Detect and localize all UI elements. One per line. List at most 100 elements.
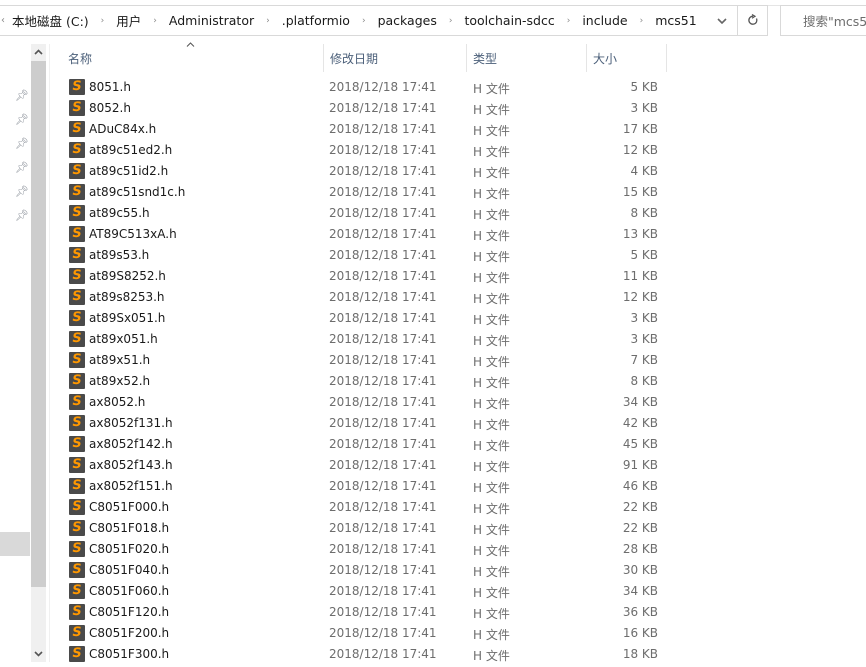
file-row[interactable]: S at89x051.h 2018/12/18 17:41 H 文件 3 KB — [62, 329, 666, 350]
file-row[interactable]: S ax8052f151.h 2018/12/18 17:41 H 文件 46 … — [62, 476, 666, 497]
file-size: 16 KB — [622, 626, 658, 640]
file-modified-date: 2018/12/18 17:41 — [329, 269, 437, 283]
sublime-text-file-icon: S — [69, 373, 85, 389]
file-type: H 文件 — [473, 82, 510, 96]
file-row[interactable]: S at89S8252.h 2018/12/18 17:41 H 文件 11 K… — [62, 266, 666, 287]
file-size: 12 KB — [622, 143, 658, 157]
scroll-up-button[interactable] — [31, 44, 46, 60]
breadcrumb-separator-icon[interactable]: › — [567, 16, 571, 26]
file-row[interactable]: S 8052.h 2018/12/18 17:41 H 文件 3 KB — [62, 98, 666, 119]
nav-pane-selected-item[interactable] — [0, 532, 30, 556]
sublime-text-file-icon: S — [69, 79, 85, 95]
file-row[interactable]: S 8051.h 2018/12/18 17:41 H 文件 5 KB — [62, 77, 666, 98]
file-row[interactable]: S C8051F000.h 2018/12/18 17:41 H 文件 22 K… — [62, 497, 666, 518]
file-row[interactable]: S C8051F300.h 2018/12/18 17:41 H 文件 18 K… — [62, 644, 666, 665]
pin-icon[interactable]: 📌︎ — [15, 138, 29, 150]
file-name: at89x051.h — [89, 332, 158, 346]
breadcrumb-item-mcs51[interactable]: mcs51 — [654, 13, 697, 28]
file-type: H 文件 — [473, 145, 510, 159]
file-type: H 文件 — [473, 439, 510, 453]
breadcrumb-item-packages[interactable]: packages — [377, 13, 438, 28]
file-row[interactable]: S at89c51snd1c.h 2018/12/18 17:41 H 文件 1… — [62, 182, 666, 203]
file-row[interactable]: S ax8052f131.h 2018/12/18 17:41 H 文件 42 … — [62, 413, 666, 434]
file-row[interactable]: S ax8052.h 2018/12/18 17:41 H 文件 34 KB — [62, 392, 666, 413]
file-modified-date: 2018/12/18 17:41 — [329, 332, 437, 346]
file-modified-date: 2018/12/18 17:41 — [329, 542, 437, 556]
breadcrumb-separator-icon[interactable]: › — [266, 16, 270, 26]
breadcrumb-separator-icon[interactable]: › — [153, 16, 157, 26]
file-row[interactable]: S at89x51.h 2018/12/18 17:41 H 文件 7 KB — [62, 350, 666, 371]
file-row[interactable]: S at89c51ed2.h 2018/12/18 17:41 H 文件 12 … — [62, 140, 666, 161]
file-modified-date: 2018/12/18 17:41 — [329, 395, 437, 409]
file-size: 22 KB — [622, 500, 658, 514]
breadcrumb-overflow-chevron-icon[interactable]: ‹ — [1, 15, 5, 26]
breadcrumb-separator-icon[interactable]: › — [362, 16, 366, 26]
sublime-text-file-icon: S — [69, 520, 85, 536]
file-size: 34 KB — [622, 584, 658, 598]
file-modified-date: 2018/12/18 17:41 — [329, 626, 437, 640]
column-header-modified[interactable]: 修改日期 — [324, 44, 466, 72]
navigation-pane: 📌︎ 📌︎ 📌︎ 📌︎ 📌︎ 📌︎ — [0, 40, 31, 667]
file-row[interactable]: S ax8052f143.h 2018/12/18 17:41 H 文件 91 … — [62, 455, 666, 476]
file-type: H 文件 — [473, 418, 510, 432]
breadcrumb-separator-icon[interactable]: › — [449, 16, 453, 26]
pin-icon[interactable]: 📌︎ — [15, 162, 29, 174]
column-header-type[interactable]: 类型 — [467, 44, 586, 72]
file-row[interactable]: S at89s8253.h 2018/12/18 17:41 H 文件 12 K… — [62, 287, 666, 308]
chevron-down-icon — [34, 651, 43, 657]
breadcrumb-item-users[interactable]: 用户 — [115, 11, 142, 30]
file-row[interactable]: S at89x52.h 2018/12/18 17:41 H 文件 8 KB — [62, 371, 666, 392]
file-size: 18 KB — [622, 647, 658, 661]
file-row[interactable]: S C8051F040.h 2018/12/18 17:41 H 文件 30 K… — [62, 560, 666, 581]
breadcrumb-separator-icon[interactable]: › — [640, 16, 644, 26]
file-size: 4 KB — [630, 164, 658, 178]
sublime-text-file-icon: S — [69, 436, 85, 452]
file-row[interactable]: S AT89C513xA.h 2018/12/18 17:41 H 文件 13 … — [62, 224, 666, 245]
file-row[interactable]: S ADuC84x.h 2018/12/18 17:41 H 文件 17 KB — [62, 119, 666, 140]
breadcrumb-item-include[interactable]: include — [581, 13, 628, 28]
file-row[interactable]: S at89c55.h 2018/12/18 17:41 H 文件 8 KB — [62, 203, 666, 224]
breadcrumb-separator-icon[interactable]: › — [101, 16, 105, 26]
file-row[interactable]: S C8051F020.h 2018/12/18 17:41 H 文件 28 K… — [62, 539, 666, 560]
breadcrumb-item-platformio[interactable]: .platformio — [281, 13, 351, 28]
search-placeholder: 搜索"mcs51" — [803, 14, 866, 29]
file-size: 22 KB — [622, 521, 658, 535]
file-row[interactable]: S at89s53.h 2018/12/18 17:41 H 文件 5 KB — [62, 245, 666, 266]
column-header-type-label: 类型 — [473, 51, 498, 66]
pane-divider[interactable] — [49, 44, 50, 662]
file-size: 3 KB — [630, 311, 658, 325]
pin-icon[interactable]: 📌︎ — [15, 90, 29, 102]
file-modified-date: 2018/12/18 17:41 — [329, 143, 437, 157]
sublime-text-file-icon: S — [69, 352, 85, 368]
pin-icon[interactable]: 📌︎ — [15, 210, 29, 222]
column-header-size[interactable]: 大小 — [587, 44, 666, 72]
scrollbar-thumb[interactable] — [31, 61, 46, 587]
address-bar[interactable]: ‹ 本地磁盘 (C:) › 用户 › Administrator › .plat… — [0, 5, 738, 36]
file-size: 5 KB — [630, 80, 658, 94]
file-size: 3 KB — [630, 101, 658, 115]
column-header-name[interactable]: 名称 — [62, 44, 323, 72]
file-modified-date: 2018/12/18 17:41 — [329, 521, 437, 535]
file-modified-date: 2018/12/18 17:41 — [329, 290, 437, 304]
file-row[interactable]: S ax8052f142.h 2018/12/18 17:41 H 文件 45 … — [62, 434, 666, 455]
pin-icon[interactable]: 📌︎ — [15, 114, 29, 126]
file-row[interactable]: S C8051F120.h 2018/12/18 17:41 H 文件 36 K… — [62, 602, 666, 623]
refresh-button[interactable] — [737, 5, 768, 36]
file-row[interactable]: S at89Sx051.h 2018/12/18 17:41 H 文件 3 KB — [62, 308, 666, 329]
breadcrumb-item-administrator[interactable]: Administrator — [168, 13, 255, 28]
breadcrumb-item-toolchain-sdcc[interactable]: toolchain-sdcc — [463, 13, 555, 28]
scroll-down-button[interactable] — [31, 646, 46, 662]
file-row[interactable]: S C8051F018.h 2018/12/18 17:41 H 文件 22 K… — [62, 518, 666, 539]
nav-pane-scrollbar[interactable] — [31, 44, 46, 662]
column-resize-handle[interactable] — [666, 44, 667, 72]
breadcrumb-item-drive[interactable]: 本地磁盘 (C:) — [11, 11, 90, 30]
pin-icon[interactable]: 📌︎ — [15, 186, 29, 198]
file-name: at89c51ed2.h — [89, 143, 173, 157]
file-row[interactable]: S C8051F060.h 2018/12/18 17:41 H 文件 34 K… — [62, 581, 666, 602]
search-input[interactable]: 搜索"mcs51" — [780, 5, 866, 36]
file-name: at89s53.h — [89, 248, 150, 262]
address-history-dropdown[interactable] — [707, 6, 737, 35]
file-row[interactable]: S C8051F200.h 2018/12/18 17:41 H 文件 16 K… — [62, 623, 666, 644]
sublime-text-file-icon: S — [69, 289, 85, 305]
file-row[interactable]: S at89c51id2.h 2018/12/18 17:41 H 文件 4 K… — [62, 161, 666, 182]
